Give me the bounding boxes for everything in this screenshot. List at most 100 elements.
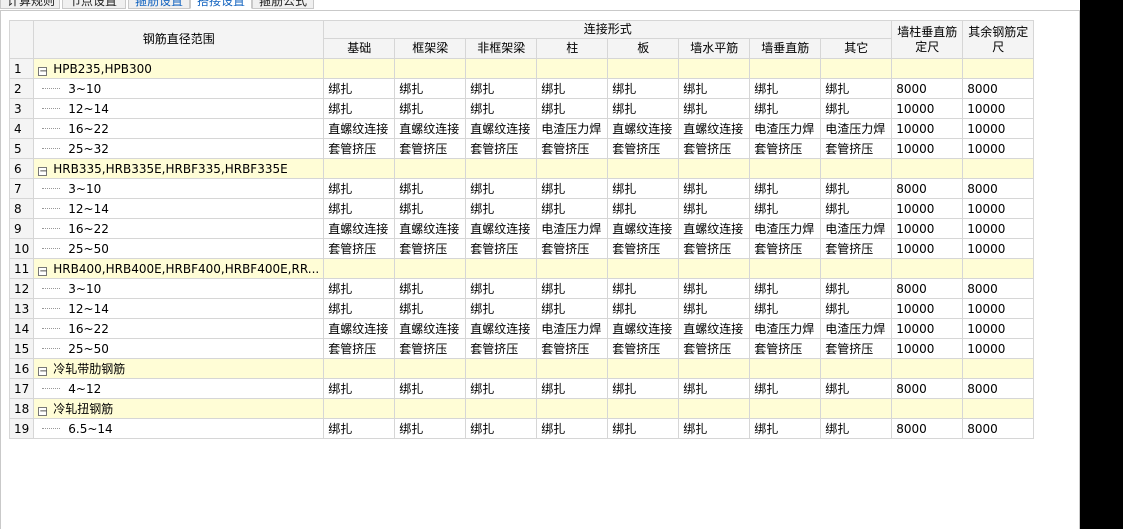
connection-cell[interactable]: 直螺纹连接 <box>678 318 751 339</box>
group-row[interactable]: 18− 冷轧扭钢筋 <box>8 398 1035 419</box>
range-cell[interactable]: − 冷轧扭钢筋 <box>33 398 325 419</box>
connection-cell[interactable]: 绑扎 <box>465 278 538 299</box>
connection-cell[interactable]: 电渣压力焊 <box>536 118 609 139</box>
connection-cell[interactable]: 绑扎 <box>323 418 396 439</box>
connection-cell[interactable]: 直螺纹连接 <box>607 318 680 339</box>
wall-column-length-cell[interactable]: 8000 <box>891 78 964 99</box>
connection-cell[interactable] <box>465 158 538 179</box>
connection-cell[interactable]: 绑扎 <box>536 418 609 439</box>
connection-cell[interactable]: 绑扎 <box>465 198 538 219</box>
connection-cell[interactable]: 套管挤压 <box>678 138 751 159</box>
connection-cell[interactable] <box>820 58 893 79</box>
collapse-icon[interactable]: − <box>38 166 48 176</box>
connection-cell[interactable]: 电渣压力焊 <box>749 318 822 339</box>
connection-cell[interactable]: 绑扎 <box>394 278 467 299</box>
table-row[interactable]: 19 6.5~14 绑扎 绑扎 绑扎 绑扎 绑扎 绑扎 绑扎 绑扎 8000 8000 <box>8 418 1035 439</box>
connection-cell[interactable] <box>820 358 893 379</box>
connection-cell[interactable] <box>749 58 822 79</box>
connection-cell[interactable]: 绑扎 <box>820 178 893 199</box>
connection-cell[interactable] <box>323 258 396 279</box>
range-cell[interactable]: 12~14 <box>33 98 325 119</box>
range-cell[interactable]: − HRB400,HRB400E,HRBF400,HRBF400E,RR... <box>33 258 325 279</box>
range-cell[interactable]: − HPB235,HPB300 <box>33 58 325 79</box>
range-cell[interactable]: 3~10 <box>33 78 325 99</box>
other-length-cell[interactable]: 10000 <box>962 218 1035 239</box>
connection-cell[interactable] <box>394 258 467 279</box>
connection-cell[interactable]: 绑扎 <box>323 298 396 319</box>
connection-cell[interactable]: 套管挤压 <box>607 238 680 259</box>
wall-column-length-cell[interactable]: 10000 <box>891 138 964 159</box>
connection-cell[interactable]: 套管挤压 <box>749 238 822 259</box>
table-row[interactable]: 10 25~50 套管挤压 套管挤压 套管挤压 套管挤压 套管挤压 套管挤压 套管挤压 套管挤压 1… <box>8 238 1035 259</box>
connection-cell[interactable] <box>536 58 609 79</box>
connection-cell[interactable] <box>820 398 893 419</box>
connection-cell[interactable]: 直螺纹连接 <box>394 318 467 339</box>
connection-cell[interactable]: 套管挤压 <box>678 338 751 359</box>
connection-cell[interactable]: 套管挤压 <box>536 138 609 159</box>
connection-cell[interactable]: 电渣压力焊 <box>820 218 893 239</box>
connection-cell[interactable]: 绑扎 <box>323 378 396 399</box>
wall-column-length-cell[interactable] <box>891 398 964 419</box>
connection-cell[interactable]: 绑扎 <box>394 98 467 119</box>
connection-cell[interactable]: 绑扎 <box>820 198 893 219</box>
connection-cell[interactable]: 绑扎 <box>536 78 609 99</box>
wall-column-length-cell[interactable]: 10000 <box>891 198 964 219</box>
connection-cell[interactable]: 绑扎 <box>536 278 609 299</box>
connection-cell[interactable]: 绑扎 <box>607 418 680 439</box>
connection-cell[interactable]: 绑扎 <box>394 298 467 319</box>
connection-cell[interactable] <box>678 58 751 79</box>
connection-cell[interactable]: 绑扎 <box>678 278 751 299</box>
connection-cell[interactable] <box>323 58 396 79</box>
connection-cell[interactable]: 电渣压力焊 <box>820 118 893 139</box>
connection-cell[interactable] <box>536 258 609 279</box>
connection-cell[interactable]: 套管挤压 <box>607 338 680 359</box>
connection-cell[interactable]: 绑扎 <box>749 178 822 199</box>
connection-cell[interactable]: 绑扎 <box>607 198 680 219</box>
connection-cell[interactable]: 直螺纹连接 <box>323 318 396 339</box>
range-cell[interactable]: 16~22 <box>33 218 325 239</box>
wall-column-length-cell[interactable] <box>891 358 964 379</box>
connection-cell[interactable]: 绑扎 <box>323 78 396 99</box>
range-cell[interactable]: 12~14 <box>33 198 325 219</box>
group-row[interactable]: 6− HRB335,HRB335E,HRBF335,HRBF335E <box>8 158 1035 179</box>
connection-cell[interactable]: 绑扎 <box>394 78 467 99</box>
connection-cell[interactable]: 绑扎 <box>323 198 396 219</box>
connection-cell[interactable]: 绑扎 <box>394 418 467 439</box>
table-row[interactable]: 8 12~14 绑扎 绑扎 绑扎 绑扎 绑扎 绑扎 绑扎 绑扎 10000 10000 <box>8 198 1035 219</box>
connection-cell[interactable]: 绑扎 <box>678 178 751 199</box>
connection-cell[interactable] <box>607 158 680 179</box>
collapse-icon[interactable]: − <box>38 266 48 276</box>
range-cell[interactable]: 4~12 <box>33 378 325 399</box>
wall-column-length-cell[interactable] <box>891 58 964 79</box>
connection-cell[interactable]: 绑扎 <box>678 378 751 399</box>
range-cell[interactable]: 16~22 <box>33 318 325 339</box>
group-row[interactable]: 16− 冷轧带肋钢筋 <box>8 358 1035 379</box>
connection-cell[interactable]: 绑扎 <box>536 178 609 199</box>
tab-lap-settings[interactable]: 搭接设置 <box>190 0 252 9</box>
connection-cell[interactable]: 绑扎 <box>820 278 893 299</box>
connection-cell[interactable]: 绑扎 <box>323 98 396 119</box>
tab-calc-rules[interactable]: 计算规则 <box>0 0 60 9</box>
wall-column-length-cell[interactable]: 10000 <box>891 338 964 359</box>
connection-cell[interactable]: 套管挤压 <box>678 238 751 259</box>
connection-cell[interactable]: 直螺纹连接 <box>323 218 396 239</box>
wall-column-length-cell[interactable]: 10000 <box>891 318 964 339</box>
collapse-icon[interactable]: − <box>38 367 48 377</box>
connection-cell[interactable]: 绑扎 <box>749 418 822 439</box>
range-cell[interactable]: 25~50 <box>33 238 325 259</box>
wall-column-length-cell[interactable] <box>891 258 964 279</box>
connection-cell[interactable] <box>465 358 538 379</box>
table-row[interactable]: 4 16~22 直螺纹连接 直螺纹连接 直螺纹连接 电渣压力焊 直螺纹连接 直螺纹连接 电渣压力… <box>8 118 1035 139</box>
other-length-cell[interactable]: 10000 <box>962 138 1035 159</box>
connection-cell[interactable] <box>323 358 396 379</box>
connection-cell[interactable]: 直螺纹连接 <box>607 118 680 139</box>
table-row[interactable]: 14 16~22 直螺纹连接 直螺纹连接 直螺纹连接 电渣压力焊 直螺纹连接 直螺纹连接 电渣压… <box>8 318 1035 339</box>
connection-cell[interactable] <box>465 58 538 79</box>
other-length-cell[interactable]: 10000 <box>962 118 1035 139</box>
connection-cell[interactable] <box>394 58 467 79</box>
connection-cell[interactable]: 绑扎 <box>607 298 680 319</box>
connection-cell[interactable]: 电渣压力焊 <box>749 218 822 239</box>
connection-cell[interactable]: 绑扎 <box>678 78 751 99</box>
connection-cell[interactable]: 绑扎 <box>465 298 538 319</box>
other-length-cell[interactable] <box>962 358 1035 379</box>
